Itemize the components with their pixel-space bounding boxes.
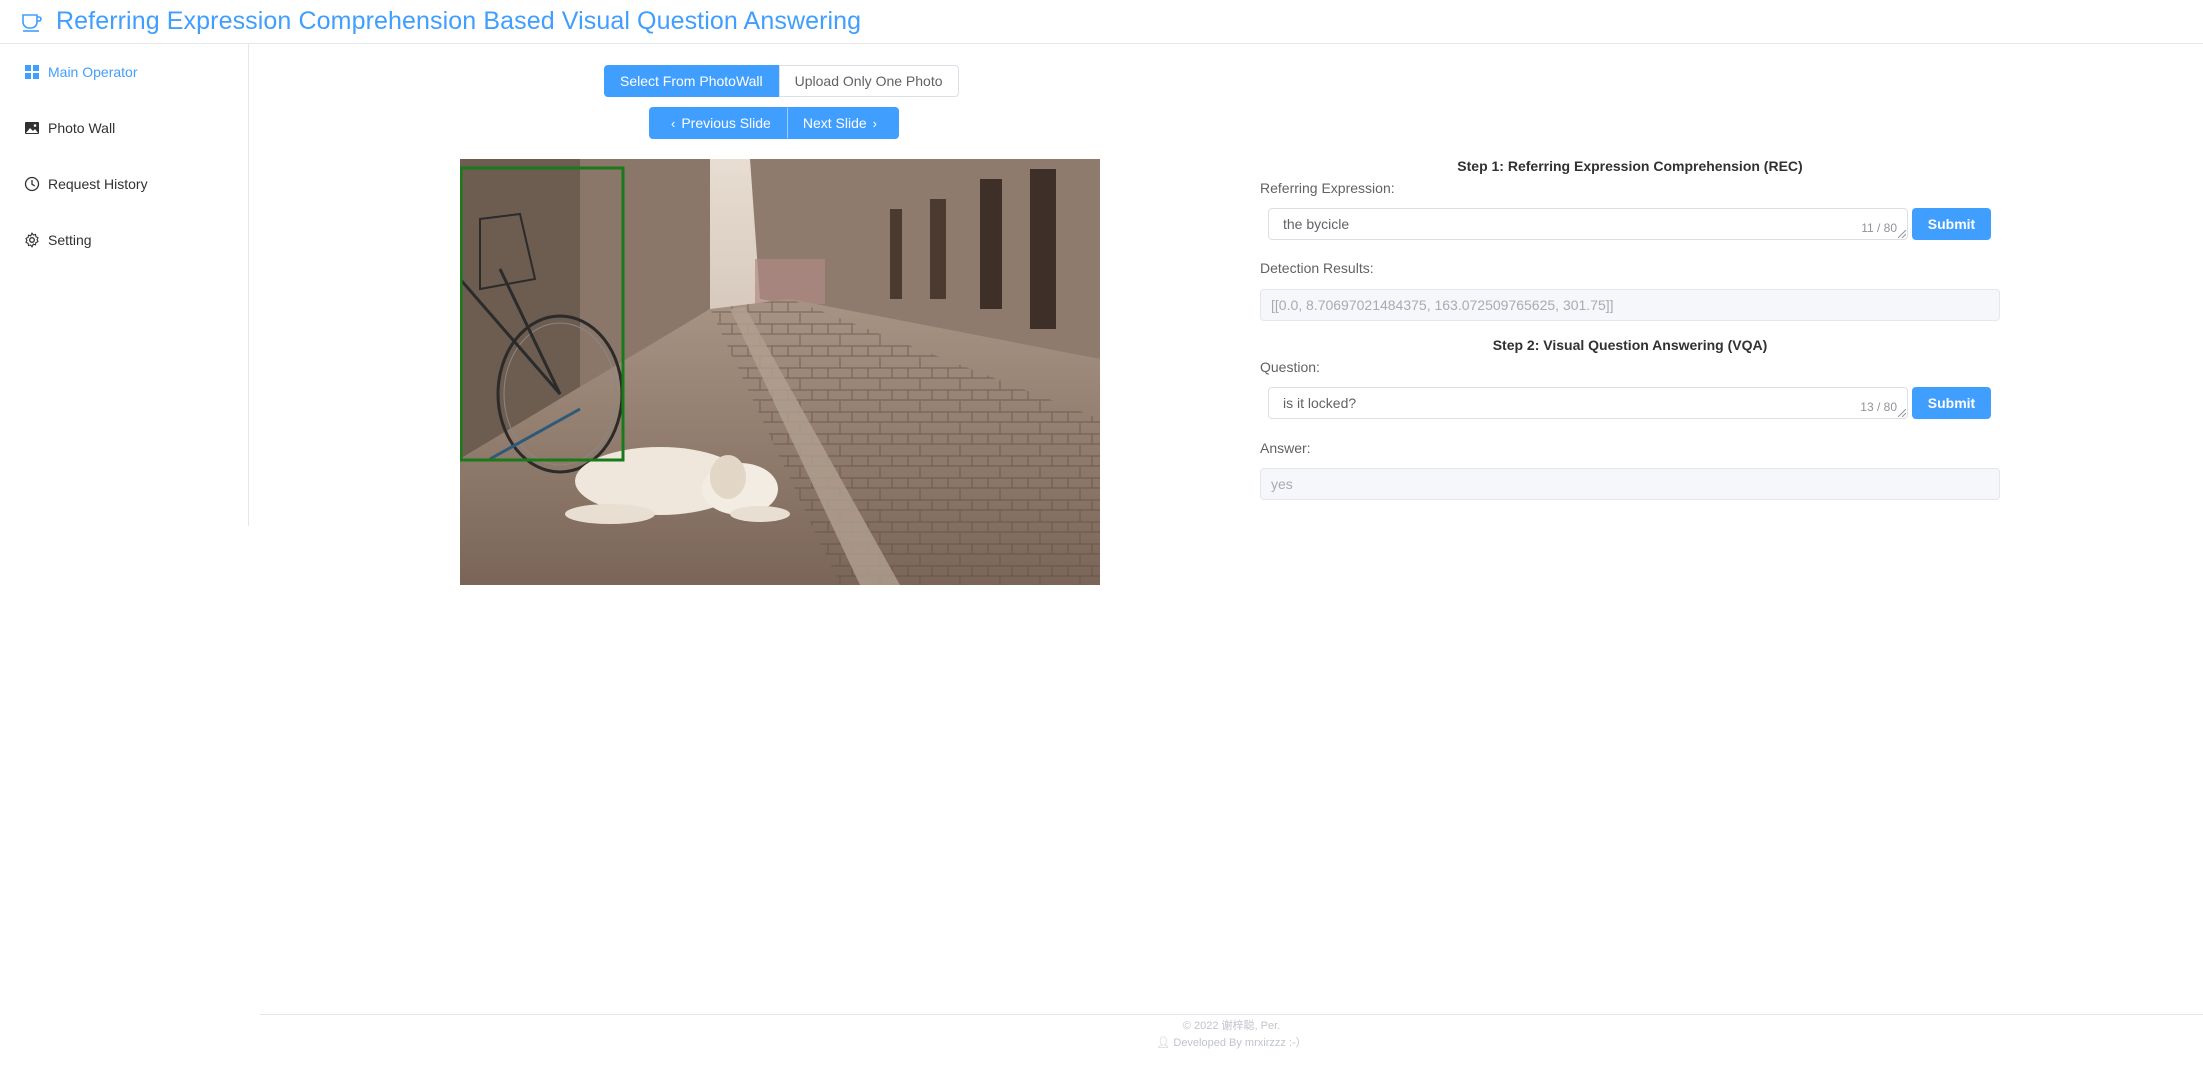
developer-text: Developed By mrxirzzz :-） <box>1173 1037 1307 1049</box>
previous-slide-button[interactable]: ‹ Previous Slide <box>649 107 787 139</box>
resize-handle-icon[interactable] <box>1898 230 1906 238</box>
picture-icon <box>25 122 39 134</box>
sidebar-item-label: Setting <box>48 232 92 248</box>
character-count: 13 / 80 <box>1860 400 1897 414</box>
next-slide-button[interactable]: Next Slide › <box>786 107 899 139</box>
photo-icon <box>460 159 1100 585</box>
developer-line: 👤︎ Developed By mrxirzzz :-） <box>260 1035 2203 1052</box>
sidebar-item-main-operator[interactable]: Main Operator <box>0 44 248 100</box>
answer-field: yes <box>1260 468 2000 500</box>
user-icon: 👤︎ <box>1156 1037 1171 1049</box>
sidebar-menu: Main Operator Photo Wall Request History… <box>0 44 249 526</box>
tab-select-from-photowall[interactable]: Select From PhotoWall <box>604 65 779 97</box>
sidebar-item-label: Request History <box>48 176 148 192</box>
answer-label: Answer: <box>1260 440 1311 456</box>
app-header: Referring Expression Comprehension Based… <box>0 0 2203 44</box>
vqa-submit-button[interactable]: Submit <box>1912 387 1991 419</box>
detection-results-label: Detection Results: <box>1260 260 1374 276</box>
sidebar-item-label: Main Operator <box>48 64 138 80</box>
coffee-cup-icon <box>22 13 42 32</box>
tab-upload-one-photo[interactable]: Upload Only One Photo <box>778 65 959 97</box>
sidebar-item-setting[interactable]: Setting <box>0 212 248 268</box>
referring-expression-label: Referring Expression: <box>1260 180 1395 196</box>
question-label: Question: <box>1260 359 1320 375</box>
grid-icon <box>25 65 39 79</box>
footer-divider <box>260 1014 2203 1015</box>
resize-handle-icon[interactable] <box>1898 409 1906 417</box>
referring-expression-value: the bycicle <box>1283 216 1350 232</box>
slide-nav-group: ‹ Previous Slide Next Slide › <box>649 107 899 139</box>
copyright-text: © 2022 谢梓聪, Per. <box>1182 1020 1281 1032</box>
page-title: Referring Expression Comprehension Based… <box>56 7 862 35</box>
rec-step-title: Step 1: Referring Expression Comprehensi… <box>1457 158 1803 174</box>
gear-icon <box>25 232 39 248</box>
referring-expression-input[interactable]: the bycicle 11 / 80 <box>1268 208 1908 240</box>
photo-slide <box>460 159 1100 585</box>
previous-slide-label: Previous Slide <box>681 115 771 131</box>
page-footer: © 2022 谢梓聪, Per. 👤︎ Developed By mrxirzz… <box>260 1018 2203 1052</box>
question-value: is it locked? <box>1283 395 1357 411</box>
source-radio-group: Select From PhotoWall Upload Only One Ph… <box>604 65 959 97</box>
clock-icon <box>24 176 40 192</box>
rec-submit-button[interactable]: Submit <box>1912 208 1991 240</box>
vqa-step-title: Step 2: Visual Question Answering (VQA) <box>1492 337 1768 353</box>
question-input[interactable]: is it locked? 13 / 80 <box>1268 387 1908 419</box>
chevron-right-icon: › <box>872 115 877 131</box>
sidebar-item-photo-wall[interactable]: Photo Wall <box>0 100 248 156</box>
sidebar-item-label: Photo Wall <box>48 120 116 136</box>
sidebar-item-request-history[interactable]: Request History <box>0 156 248 212</box>
detection-results-field: [[0.0, 8.70697021484375, 163.07250976562… <box>1260 289 2000 321</box>
chevron-left-icon: ‹ <box>671 115 676 131</box>
next-slide-label: Next Slide <box>802 115 867 131</box>
character-count: 11 / 80 <box>1861 221 1897 235</box>
